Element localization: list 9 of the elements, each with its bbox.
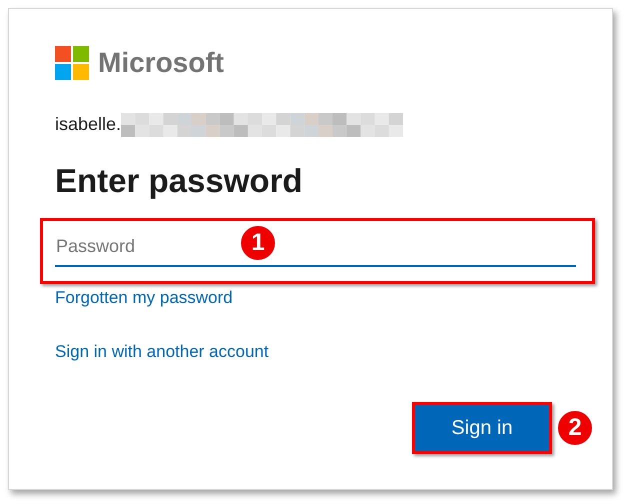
- step-badge: 2: [556, 408, 594, 447]
- logo-text: Microsoft: [98, 49, 224, 77]
- account-email: isabelle.: [55, 113, 122, 136]
- page-heading: Enter password: [55, 161, 304, 201]
- link[interactable]: Forgotten my password: [55, 287, 233, 308]
- logo-icon: [55, 46, 89, 80]
- sign-in-button[interactable]: Sign in: [415, 404, 549, 451]
- link[interactable]: Sign in with another account: [55, 340, 269, 362]
- step-badge: 1: [239, 224, 277, 262]
